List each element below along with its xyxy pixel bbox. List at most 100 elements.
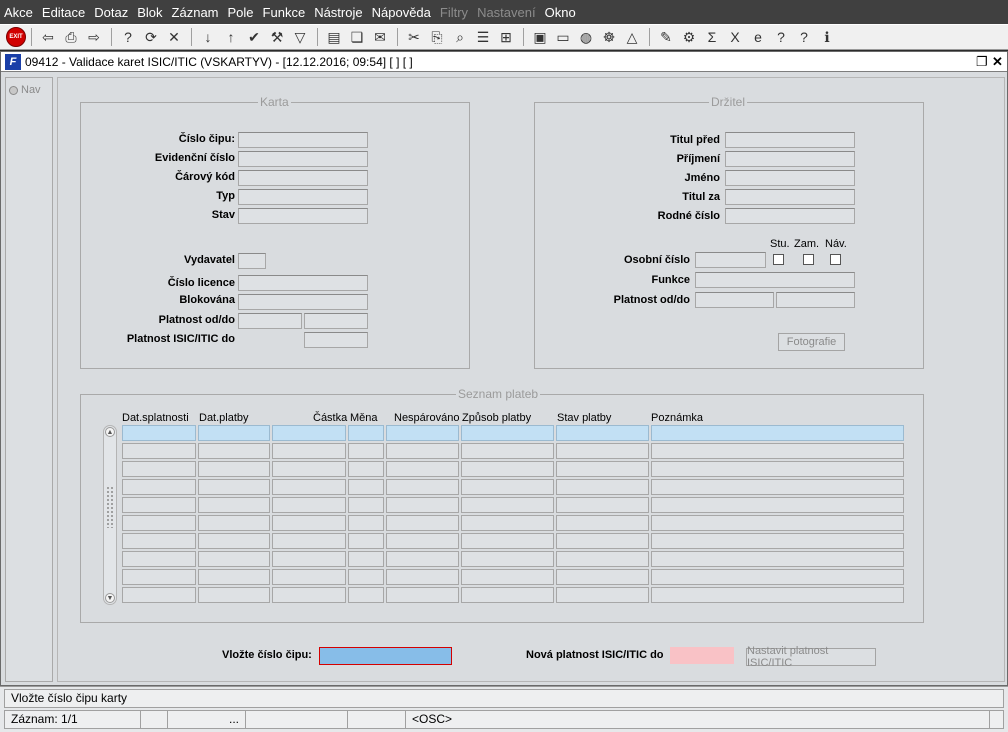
- table-cell[interactable]: [122, 497, 196, 513]
- table-cell[interactable]: [651, 425, 904, 441]
- globe-icon[interactable]: ◍: [575, 27, 597, 47]
- commit-icon[interactable]: ✔: [243, 27, 265, 47]
- restore-icon[interactable]: ❐: [976, 54, 988, 70]
- table-cell[interactable]: [651, 461, 904, 477]
- sum-icon[interactable]: Σ: [701, 27, 723, 47]
- nav-checkbox[interactable]: [830, 254, 841, 265]
- tree-icon[interactable]: ⊞: [495, 27, 517, 47]
- nav-item[interactable]: Nav: [9, 84, 41, 96]
- prijmeni-field[interactable]: [725, 151, 855, 167]
- table-cell[interactable]: [122, 425, 196, 441]
- attachment-icon[interactable]: ❏: [346, 27, 368, 47]
- table-cell[interactable]: [272, 551, 346, 567]
- settings-icon[interactable]: ⚒: [266, 27, 288, 47]
- table-cell[interactable]: [122, 479, 196, 495]
- carovy-kod-field[interactable]: [238, 170, 368, 186]
- table-cell[interactable]: [651, 443, 904, 459]
- nova-platnost-field[interactable]: [670, 647, 734, 664]
- menu-nastroje[interactable]: Nástroje: [314, 5, 362, 20]
- table-cell[interactable]: [348, 533, 384, 549]
- menu-zaznam[interactable]: Záznam: [172, 5, 219, 20]
- table-cell[interactable]: [651, 587, 904, 603]
- menu-okno[interactable]: Okno: [545, 5, 576, 20]
- table-cell[interactable]: [651, 551, 904, 567]
- table-cell[interactable]: [348, 515, 384, 531]
- table-cell[interactable]: [386, 461, 459, 477]
- table-cell[interactable]: [122, 551, 196, 567]
- jmeno-field[interactable]: [725, 170, 855, 186]
- menu-pole[interactable]: Pole: [228, 5, 254, 20]
- table-cell[interactable]: [556, 497, 649, 513]
- search-icon[interactable]: ⌕: [449, 27, 471, 47]
- table-cell[interactable]: [272, 569, 346, 585]
- table-cell[interactable]: [272, 497, 346, 513]
- table-cell[interactable]: [461, 551, 554, 567]
- filter-icon[interactable]: ▽: [289, 27, 311, 47]
- sort-asc-icon[interactable]: ↓: [197, 27, 219, 47]
- table-cell[interactable]: [556, 461, 649, 477]
- table-cell[interactable]: [651, 533, 904, 549]
- table-cell[interactable]: [386, 587, 459, 603]
- table-cell[interactable]: [386, 443, 459, 459]
- titul-za-field[interactable]: [725, 189, 855, 205]
- table-cell[interactable]: [122, 515, 196, 531]
- table-cell[interactable]: [461, 461, 554, 477]
- cut-icon[interactable]: ✂: [403, 27, 425, 47]
- help-icon[interactable]: ?: [793, 27, 815, 47]
- query-cancel-icon[interactable]: ✕: [163, 27, 185, 47]
- platnost-isic-field[interactable]: [304, 332, 368, 348]
- table-cell[interactable]: [122, 587, 196, 603]
- table-cell[interactable]: [122, 533, 196, 549]
- query-icon[interactable]: ?: [117, 27, 139, 47]
- table-cell[interactable]: [461, 497, 554, 513]
- document-icon[interactable]: ▤: [323, 27, 345, 47]
- menu-blok[interactable]: Blok: [137, 5, 162, 20]
- close-icon[interactable]: ✕: [992, 54, 1003, 70]
- titul-pred-field[interactable]: [725, 132, 855, 148]
- table-cell[interactable]: [198, 569, 270, 585]
- table-cell[interactable]: [556, 425, 649, 441]
- table-cell[interactable]: [198, 587, 270, 603]
- platnost-do-field[interactable]: [304, 313, 368, 329]
- evidencni-cislo-field[interactable]: [238, 151, 368, 167]
- table-cell[interactable]: [348, 443, 384, 459]
- vydavatel-field[interactable]: [238, 253, 266, 269]
- table-cell[interactable]: [386, 551, 459, 567]
- table-cell[interactable]: [651, 569, 904, 585]
- tools-icon[interactable]: ⚙: [678, 27, 700, 47]
- table-cell[interactable]: [348, 461, 384, 477]
- scroll-up-icon[interactable]: ▲: [105, 427, 115, 437]
- table-cell[interactable]: [348, 497, 384, 513]
- scroll-down-icon[interactable]: ▼: [105, 593, 115, 603]
- edit-icon[interactable]: ✎: [655, 27, 677, 47]
- stav-field[interactable]: [238, 208, 368, 224]
- table-cell[interactable]: [386, 569, 459, 585]
- table-cell[interactable]: [348, 569, 384, 585]
- table-cell[interactable]: [651, 479, 904, 495]
- table-cell[interactable]: [198, 551, 270, 567]
- table-cell[interactable]: [348, 587, 384, 603]
- table-cell[interactable]: [461, 587, 554, 603]
- menu-dotaz[interactable]: Dotaz: [94, 5, 128, 20]
- table-cell[interactable]: [198, 533, 270, 549]
- mail-icon[interactable]: ✉: [369, 27, 391, 47]
- table-cell[interactable]: [272, 443, 346, 459]
- paste-icon[interactable]: ▣: [529, 27, 551, 47]
- drzitel-platnost-do-field[interactable]: [776, 292, 855, 308]
- menu-akce[interactable]: Akce: [4, 5, 33, 20]
- menu-editace[interactable]: Editace: [42, 5, 85, 20]
- typ-field[interactable]: [238, 189, 368, 205]
- cislo-licence-field[interactable]: [238, 275, 368, 291]
- fotografie-button[interactable]: Fotografie: [778, 333, 845, 351]
- table-cell[interactable]: [461, 425, 554, 441]
- sort-desc-icon[interactable]: ↑: [220, 27, 242, 47]
- table-cell[interactable]: [386, 497, 459, 513]
- table-cell[interactable]: [348, 425, 384, 441]
- blokovana-field[interactable]: [238, 294, 368, 310]
- copy-icon[interactable]: ⎘: [426, 27, 448, 47]
- table-cell[interactable]: [348, 479, 384, 495]
- save-icon[interactable]: ⇦: [37, 27, 59, 47]
- table-cell[interactable]: [272, 533, 346, 549]
- table-cell[interactable]: [198, 497, 270, 513]
- table-cell[interactable]: [122, 461, 196, 477]
